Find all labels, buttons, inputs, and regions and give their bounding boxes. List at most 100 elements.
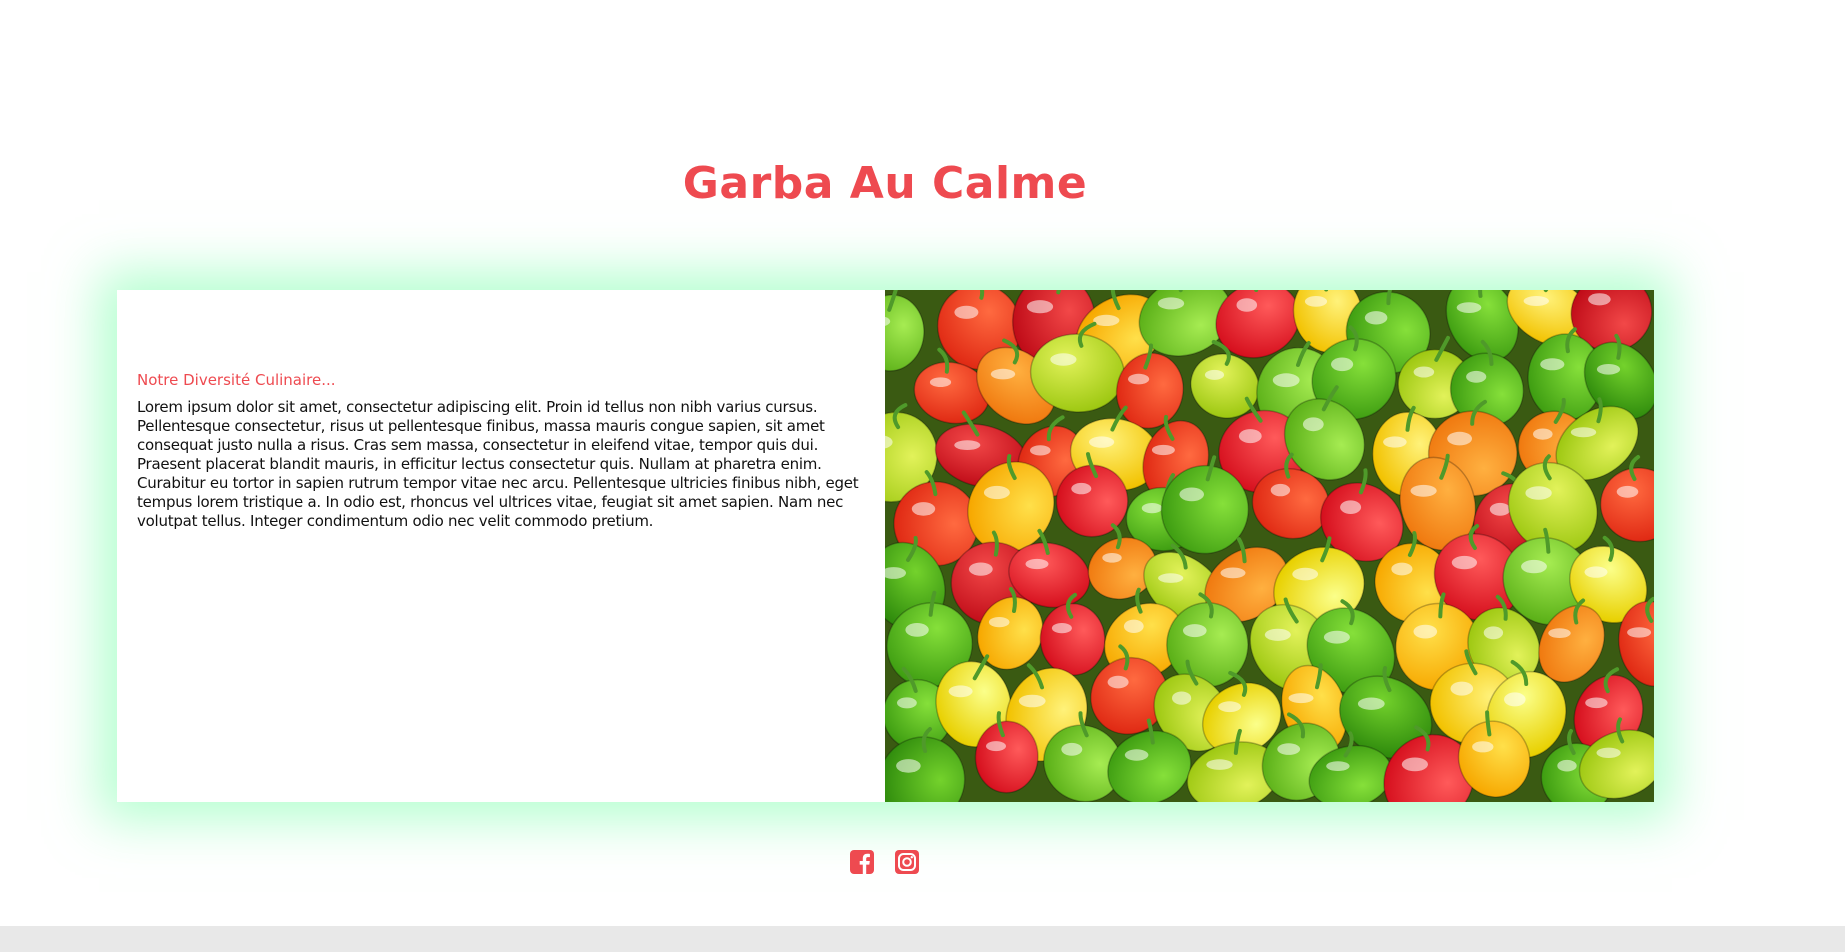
pepper-highlight xyxy=(1451,555,1477,570)
instagram-link[interactable] xyxy=(894,849,920,875)
pepper-highlight xyxy=(1489,502,1511,516)
pepper-highlight xyxy=(1025,558,1049,570)
pepper-highlight xyxy=(1596,747,1621,758)
pepper-highlight xyxy=(897,697,917,709)
pepper-highlight xyxy=(1472,741,1494,753)
pepper-highlight xyxy=(1288,693,1314,704)
pepper-highlight xyxy=(990,368,1016,380)
pepper-highlight xyxy=(1272,373,1300,388)
footer-bar xyxy=(0,926,1845,952)
pepper-highlight xyxy=(1548,628,1571,638)
pepper-highlight xyxy=(986,741,1006,752)
pepper-highlight xyxy=(1089,436,1115,448)
pepper-highlight xyxy=(929,377,952,387)
pepper-highlight xyxy=(1521,559,1547,574)
feature-card: Notre Diversité Culinaire... Lorem ipsum… xyxy=(117,290,1654,802)
pepper-highlight xyxy=(1483,626,1504,640)
pepper-highlight xyxy=(1627,627,1652,638)
pepper-stem xyxy=(1485,710,1492,737)
pepper-highlight xyxy=(1030,445,1051,456)
page: Garba Au Calme Notre Diversité Culinaire… xyxy=(0,0,1845,952)
pepper-highlight xyxy=(1304,296,1328,307)
pepper-highlight xyxy=(911,502,936,516)
feature-text-panel: Notre Diversité Culinaire... Lorem ipsum… xyxy=(117,290,885,802)
pepper-highlight xyxy=(1410,484,1437,497)
pepper-highlight xyxy=(1206,759,1233,770)
pepper-highlight xyxy=(1413,624,1438,639)
pepper-highlight xyxy=(1292,567,1319,581)
pepper-highlight xyxy=(968,562,993,576)
pepper-highlight xyxy=(1391,562,1413,576)
pepper-highlight xyxy=(1323,630,1350,644)
pepper-highlight xyxy=(1050,353,1077,366)
pepper-highlight xyxy=(1172,691,1192,705)
facebook-icon xyxy=(850,850,874,874)
pepper-highlight xyxy=(1585,697,1608,709)
pepper-highlight xyxy=(1504,692,1526,707)
pepper-highlight xyxy=(1533,428,1553,440)
pepper-highlight xyxy=(1357,697,1385,710)
facebook-link[interactable] xyxy=(849,849,875,875)
pepper-highlight xyxy=(1383,436,1407,448)
pepper-highlight xyxy=(1326,761,1350,771)
pepper-highlight xyxy=(1302,417,1324,432)
pepper-highlight xyxy=(1466,370,1487,383)
pepper-highlight xyxy=(1413,366,1435,378)
feature-body: Lorem ipsum dolor sit amet, consectetur … xyxy=(137,398,859,530)
pepper-highlight xyxy=(954,305,979,319)
pepper-highlight xyxy=(948,685,973,698)
site-title: Garba Au Calme xyxy=(682,158,1088,209)
pepper-highlight xyxy=(1238,429,1262,444)
pepper-highlight xyxy=(1401,757,1428,772)
pepper-highlight xyxy=(1584,566,1608,578)
pepper-highlight xyxy=(1523,296,1549,306)
pepper-highlight xyxy=(905,623,929,637)
pepper-highlight xyxy=(1340,500,1362,514)
pepper-highlight xyxy=(1218,701,1241,713)
instagram-icon xyxy=(895,850,919,874)
pepper-highlight xyxy=(1525,486,1552,500)
pepper-highlight xyxy=(1124,749,1149,761)
pepper-highlight xyxy=(1364,311,1388,325)
pepper-highlight xyxy=(1588,293,1611,306)
pepper-highlight xyxy=(1158,573,1184,583)
pepper-highlight xyxy=(1596,364,1621,375)
pepper-highlight xyxy=(1018,694,1046,708)
pepper-highlight xyxy=(1557,759,1577,772)
pepper-highlight xyxy=(1456,302,1482,313)
pepper-highlight xyxy=(1051,623,1072,634)
pepper-highlight xyxy=(1141,503,1163,514)
pepper-highlight xyxy=(1277,743,1301,755)
pepper-highlight xyxy=(1540,358,1565,371)
pepper-highlight xyxy=(1570,427,1597,438)
feature-heading: Notre Diversité Culinaire... xyxy=(137,371,336,389)
pepper-highlight xyxy=(1179,487,1204,502)
pepper-highlight xyxy=(1157,297,1185,310)
pepper-highlight xyxy=(896,759,921,773)
pepper-highlight xyxy=(988,617,1010,628)
pepper-highlight xyxy=(1450,681,1474,696)
pepper-highlight xyxy=(1264,628,1291,641)
pepper-highlight xyxy=(1236,298,1258,312)
pepper-highlight xyxy=(1331,357,1354,372)
pepper-highlight xyxy=(1107,675,1129,689)
pepper-highlight xyxy=(1204,369,1225,380)
pepper-stem xyxy=(1596,397,1603,424)
pepper-highlight xyxy=(1270,483,1291,497)
social-links xyxy=(849,849,920,875)
pepper-highlight xyxy=(1183,624,1207,638)
pepper-highlight xyxy=(1123,619,1144,633)
pepper-highlight xyxy=(1220,567,1246,579)
pepper-highlight xyxy=(1026,300,1054,314)
pepper-highlight xyxy=(1102,553,1122,563)
pepper-highlight xyxy=(1061,742,1083,756)
pepper-highlight xyxy=(983,485,1010,500)
pepper-highlight xyxy=(1151,444,1175,456)
pepper-highlight xyxy=(1093,314,1120,326)
pepper-highlight xyxy=(1616,485,1639,498)
peppers-photo xyxy=(885,290,1654,802)
peppers-image xyxy=(885,290,1654,802)
pepper-highlight xyxy=(954,440,981,450)
pepper-highlight xyxy=(1447,431,1472,446)
pepper-highlight xyxy=(1071,482,1092,495)
